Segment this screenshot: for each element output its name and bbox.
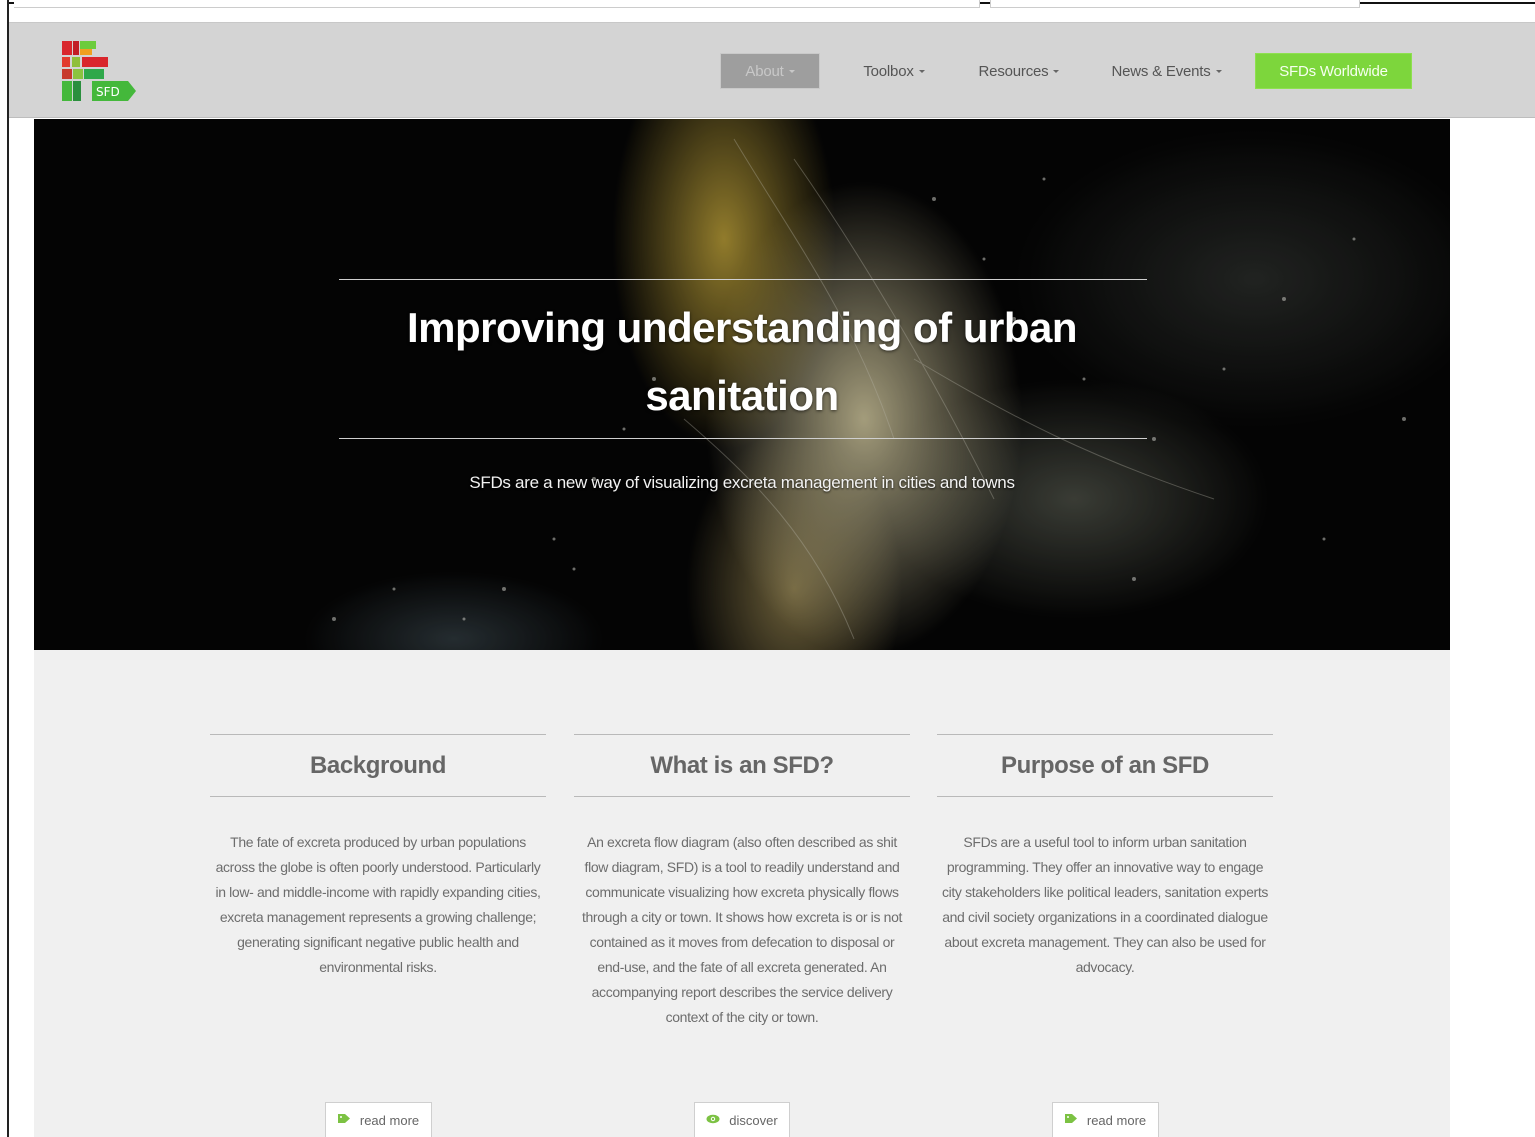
nav-about-label: About: [745, 62, 784, 80]
sfd-logo[interactable]: SFD: [62, 39, 136, 103]
site-navbar: SFD About Toolbox Resources News & Event…: [9, 22, 1535, 118]
tag-icon: [337, 1113, 351, 1127]
divider: [937, 796, 1273, 797]
caret-down-icon: [788, 69, 795, 73]
column-title: What is an SFD?: [650, 752, 834, 779]
nav-toolbox[interactable]: Toolbox: [844, 53, 944, 89]
intro-section: Background The fate of excreta produced …: [34, 650, 1450, 1137]
nav-toolbox-label: Toolbox: [863, 62, 914, 80]
nav-news-events-label: News & Events: [1111, 62, 1211, 80]
column-text: The fate of excreta produced by urban po…: [215, 834, 541, 975]
column-title: Purpose of an SFD: [1001, 752, 1209, 779]
nav-resources-label: Resources: [978, 62, 1049, 80]
hero-subtitle: SFDs are a new way of visualizing excret…: [469, 473, 1015, 492]
discover-button[interactable]: discover: [694, 1102, 790, 1137]
nav-about[interactable]: About: [720, 53, 820, 89]
browser-search-bar[interactable]: [990, 0, 1360, 8]
sfds-worldwide-button[interactable]: SFDs Worldwide: [1255, 53, 1412, 89]
what-is-sfd-column: What is an SFD? An excreta flow diagram …: [574, 734, 910, 1030]
purpose-column: Purpose of an SFD SFDs are a useful tool…: [937, 734, 1273, 980]
hero-banner: Improving understanding of urban sanitat…: [34, 119, 1450, 650]
hero-divider-bottom: [339, 438, 1147, 439]
caret-down-icon: [918, 69, 925, 73]
logo-text: SFD: [96, 85, 120, 99]
divider: [574, 796, 910, 797]
eye-icon: [706, 1113, 720, 1127]
background-column: Background The fate of excreta produced …: [210, 734, 546, 980]
sfds-worldwide-label: SFDs Worldwide: [1279, 62, 1388, 80]
column-title: Background: [309, 752, 447, 779]
button-label: read more: [359, 1112, 420, 1128]
column-text: An excreta flow diagram (also often desc…: [581, 834, 903, 1025]
background-read-more-button[interactable]: read more: [325, 1102, 432, 1137]
nav-news-events[interactable]: News & Events: [1099, 53, 1234, 89]
divider: [210, 796, 546, 797]
purpose-read-more-button[interactable]: read more: [1052, 1102, 1159, 1137]
button-label: read more: [1086, 1112, 1147, 1128]
tag-icon: [1064, 1113, 1078, 1127]
sfd-logo-icon: SFD: [62, 41, 136, 101]
button-label: discover: [729, 1112, 778, 1128]
nav-resources[interactable]: Resources: [964, 53, 1074, 89]
browser-frame-left: [7, 0, 9, 1137]
caret-down-icon: [1053, 69, 1060, 73]
hero-title: Improving understanding of urban sanitat…: [407, 304, 1078, 419]
column-text: SFDs are a useful tool to inform urban s…: [941, 834, 1269, 975]
hero-divider-top: [339, 279, 1147, 280]
browser-address-bar[interactable]: [14, 0, 980, 8]
caret-down-icon: [1215, 69, 1222, 73]
